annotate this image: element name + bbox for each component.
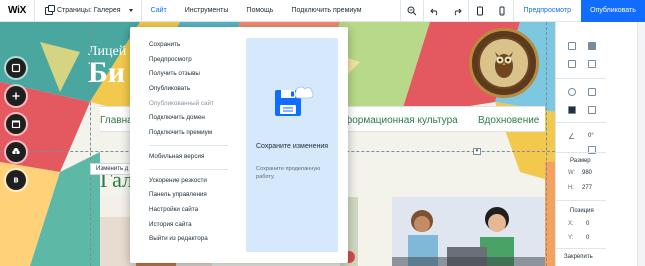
rotate-icon[interactable]: ∠ [568, 132, 575, 141]
upload-media-icon[interactable] [6, 142, 26, 162]
layers-icon[interactable] [568, 106, 576, 114]
canvas-scrollbar[interactable] [637, 22, 645, 266]
save-panel-subtitle: Сохраните проделанную работу. [256, 166, 321, 180]
save-panel-title: Сохраните изменения [256, 143, 329, 150]
pin-to-screen-button[interactable]: Закрепить [564, 254, 593, 260]
site-nav-inspiration[interactable]: Вдохновение [478, 115, 539, 126]
undo-icon[interactable] [424, 0, 446, 22]
divider [556, 78, 606, 79]
width-field[interactable]: 980 [582, 170, 592, 176]
menu-help[interactable]: Помощь [237, 7, 282, 14]
layout-guide [90, 22, 91, 266]
width-key: W: [568, 170, 576, 176]
height-field[interactable]: 277 [582, 185, 592, 191]
y-key: Y: [568, 235, 574, 241]
save-illustration-icon [275, 86, 314, 116]
menu-item-site-settings[interactable]: Настройки сайта [130, 203, 238, 218]
paste-icon[interactable] [588, 42, 596, 50]
delete-icon[interactable] [588, 60, 596, 68]
align-icon[interactable] [588, 88, 596, 96]
redo-icon[interactable] [446, 0, 468, 22]
owl-emblem-icon [478, 37, 530, 89]
site-menu-list: Сохранить Предпросмотр Получить отзывы О… [130, 38, 238, 247]
menu-divider [149, 168, 228, 170]
menu-site[interactable]: Сайт [142, 7, 176, 14]
divider [556, 248, 606, 249]
pages-icon [45, 4, 55, 15]
left-tool-rail: B [6, 58, 30, 190]
menu-divider [149, 144, 228, 146]
editor-top-bar: WiX Страницы: Галерея Сайт Инструменты П… [0, 0, 645, 22]
menu-item-published-site[interactable]: Опубликованный сайт [130, 97, 238, 112]
zoom-icon[interactable] [401, 0, 423, 22]
copy-icon[interactable] [568, 42, 576, 50]
arrange-icon[interactable] [568, 88, 576, 96]
menu-tools[interactable]: Инструменты [176, 7, 238, 14]
x-key: X: [568, 221, 574, 227]
section-handle-icon[interactable]: ▾ [473, 148, 481, 155]
svg-text:B: B [13, 177, 18, 185]
position-section-label: Позиция [570, 208, 594, 214]
hero-title[interactable]: Лицей Би [88, 44, 126, 90]
menu-info-panel: Сохраните изменения Сохраните проделанну… [246, 38, 338, 252]
menu-item-preview[interactable]: Предпросмотр [130, 53, 238, 68]
menu-item-mobile-version[interactable]: Мобильная версия [130, 150, 238, 165]
app-market-icon[interactable] [6, 114, 26, 134]
change-background-label[interactable]: Изменить д [90, 163, 135, 175]
menu-item-exit-editor[interactable]: Выйти из редактора [130, 232, 238, 247]
blog-icon[interactable]: B [6, 170, 26, 190]
top-menu: Сайт Инструменты Помощь Подключить преми… [142, 0, 371, 22]
publish-button[interactable]: Опубликовать [581, 0, 645, 22]
menu-item-publish[interactable]: Опубликовать [130, 82, 238, 97]
site-nav-info-culture[interactable]: формационная культура [344, 115, 458, 126]
chevron-down-icon [128, 9, 133, 12]
divider [556, 200, 606, 201]
duplicate-icon[interactable] [568, 60, 576, 68]
y-field[interactable]: 0 [586, 235, 589, 241]
x-field[interactable]: 0 [586, 221, 589, 227]
gallery-photo[interactable] [392, 197, 545, 266]
menu-item-save[interactable]: Сохранить [130, 38, 238, 53]
menu-item-dashboard[interactable]: Панель управления [130, 188, 238, 203]
distribute-icon[interactable] [588, 106, 596, 114]
height-key: H: [568, 185, 574, 191]
mobile-view-icon[interactable] [491, 0, 513, 22]
menu-item-upgrade[interactable]: Подключить премиум [130, 126, 238, 141]
school-crest-logo[interactable] [469, 28, 539, 98]
pages-menu-icon[interactable] [6, 58, 26, 78]
add-elements-icon[interactable] [6, 86, 26, 106]
divider [556, 152, 606, 153]
divider [556, 122, 606, 123]
menu-item-get-feedback[interactable]: Получить отзывы [130, 67, 238, 82]
inspector-panel: ∠ 0° Размер W: 980 H: 277 Позиция X: 0 Y… [555, 22, 645, 266]
wix-logo[interactable]: WiX [0, 5, 34, 16]
hero-title-line2: Би [88, 56, 126, 89]
pages-dropdown[interactable]: Страницы: Галерея [35, 0, 141, 22]
menu-item-site-history[interactable]: История сайта [130, 218, 238, 233]
pages-dropdown-label: Страницы: Галерея [57, 7, 121, 14]
rotation-value[interactable]: 0° [588, 133, 594, 139]
layout-guide [546, 22, 547, 266]
site-menu-dropdown: Сохранить Предпросмотр Получить отзывы О… [130, 27, 348, 263]
desktop-view-icon[interactable] [469, 0, 491, 22]
size-section-label: Размер [570, 158, 591, 164]
menu-item-sharpen[interactable]: Ускорение резкости [130, 174, 238, 189]
menu-upgrade[interactable]: Подключить премиум [282, 7, 370, 14]
menu-item-connect-domain[interactable]: Подключить домен [130, 111, 238, 126]
preview-button[interactable]: Предпросмотр [514, 0, 581, 22]
